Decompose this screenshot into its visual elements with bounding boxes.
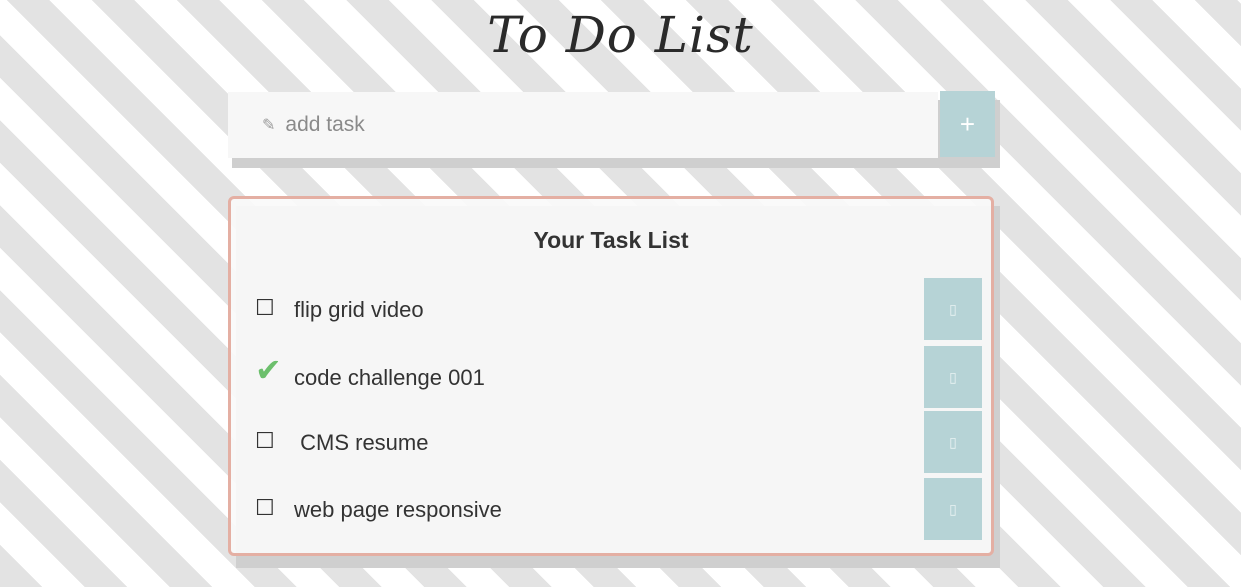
task-row: ☐ web page responsive ▯ (231, 478, 991, 540)
delete-task-button[interactable]: ▯ (924, 478, 982, 540)
task-row: ☐ CMS resume ▯ (231, 411, 991, 473)
task-label[interactable]: code challenge 001 (294, 365, 485, 391)
checkmark-icon[interactable]: ✔ (255, 354, 283, 386)
task-list-panel: Your Task List ☐ flip grid video ▯ ✔ cod… (228, 196, 994, 556)
checkbox-icon[interactable]: ☐ (255, 294, 283, 322)
checkbox-icon[interactable]: ☐ (255, 427, 283, 455)
delete-task-button[interactable]: ▯ (924, 346, 982, 408)
task-label[interactable]: flip grid video (294, 297, 424, 323)
add-task-button[interactable]: + (940, 91, 995, 157)
pencil-icon: ✎ (262, 117, 276, 134)
task-list-title: Your Task List (533, 227, 689, 253)
task-label[interactable]: web page responsive (294, 497, 502, 523)
task-row: ☐ flip grid video ▯ (231, 278, 991, 340)
task-label[interactable]: CMS resume (294, 430, 428, 456)
page-title: To Do List (487, 6, 754, 64)
task-row: ✔ code challenge 001 ▯ (231, 346, 991, 408)
add-task-form: ✎ (228, 92, 938, 158)
delete-task-button[interactable]: ▯ (924, 411, 982, 473)
add-task-input[interactable] (283, 112, 888, 138)
checkbox-icon[interactable]: ☐ (255, 494, 283, 522)
delete-task-button[interactable]: ▯ (924, 278, 982, 340)
